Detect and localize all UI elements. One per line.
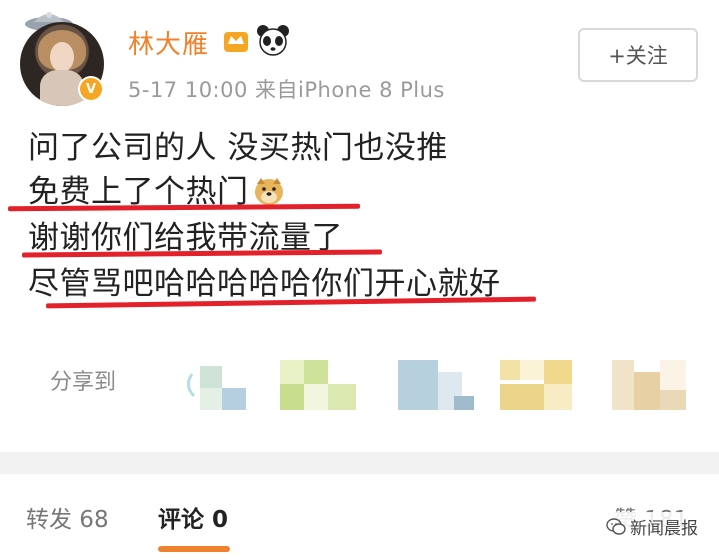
share-label: 分享到 [50, 370, 117, 395]
active-tab-indicator [158, 546, 230, 552]
share-target-icon-5[interactable] [606, 352, 696, 416]
watermark-text: 新闻晨报 [630, 519, 698, 539]
share-target-icon-3[interactable] [394, 352, 484, 416]
verified-badge: V [78, 76, 104, 102]
post-line-4: 尽管骂吧哈哈哈哈哈你们开心就好 [28, 266, 501, 302]
follow-button[interactable]: +关注 [578, 28, 698, 82]
verified-badge-label: V [85, 81, 97, 97]
wechat-icon [606, 517, 626, 535]
vip-crown-icon [224, 32, 248, 52]
share-target-icon-4[interactable] [494, 352, 584, 416]
tab-comment[interactable]: 评论 0 [158, 500, 228, 534]
tab-repost[interactable]: 转发 68 [26, 500, 109, 534]
share-target-icon-2[interactable] [276, 352, 366, 416]
watermark: 新闻晨报 [602, 512, 702, 541]
author-name[interactable]: 林大雁 [128, 24, 209, 61]
panda-icon [257, 25, 289, 56]
doge-emoji-icon [254, 178, 283, 205]
post-meta: 5-17 10:00 来自iPhone 8 Plus [128, 78, 445, 102]
share-target-icon-1[interactable] [178, 352, 268, 416]
post-line-1: 问了公司的人 没买热门也没推 [28, 130, 448, 166]
section-divider [0, 452, 719, 474]
